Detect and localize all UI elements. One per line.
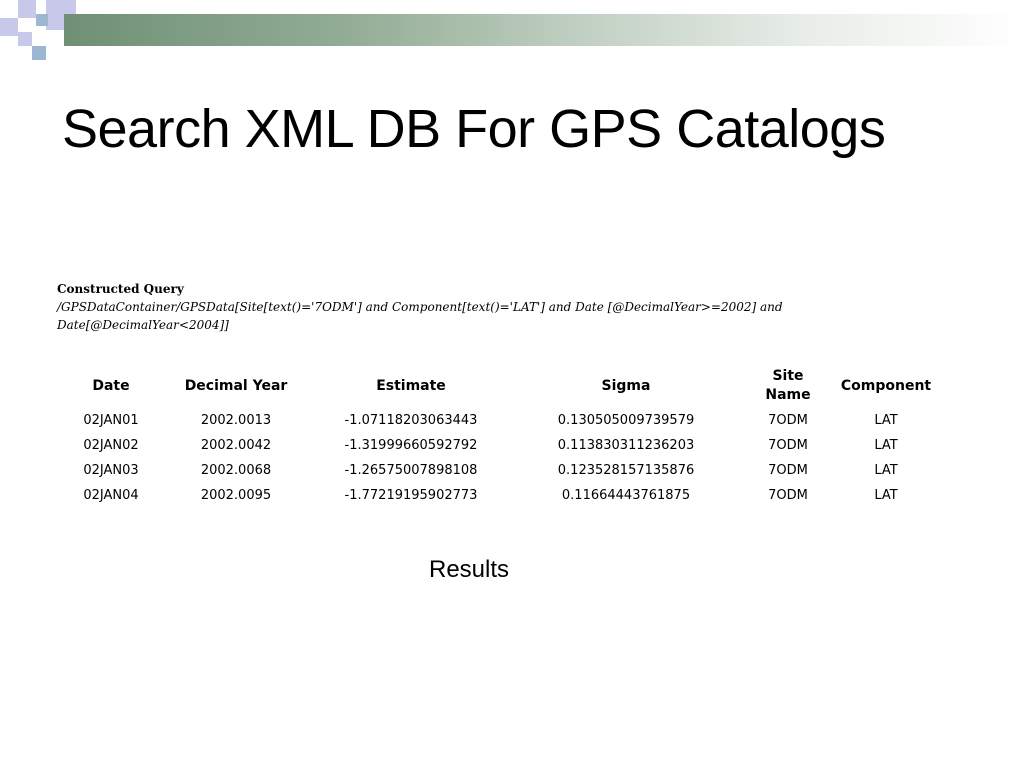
cell-sigma: 0.130505009739579 (557, 413, 695, 428)
header-site-name: Site Name (746, 364, 830, 408)
decoration-square (18, 18, 32, 32)
results-caption: Results (429, 556, 510, 583)
cell-component: LAT (874, 438, 898, 453)
decoration-square (18, 32, 32, 46)
cell-site: 7ODM (768, 488, 808, 503)
cell-component: LAT (874, 488, 898, 503)
cell-site: 7ODM (768, 438, 808, 453)
header-estimate: Estimate (376, 377, 446, 394)
results-table: Date Decimal Year Estimate Sigma Site Na… (66, 364, 942, 508)
cell-sigma: 0.113830311236203 (557, 438, 695, 453)
slide-title: Search XML DB For GPS Catalogs (62, 99, 886, 159)
cell-decimal-year: 2002.0013 (200, 413, 272, 428)
cell-component: LAT (874, 413, 898, 428)
query-text: /GPSDataContainer/GPSData[Site[text()='7… (57, 300, 783, 332)
cell-date: 02JAN02 (83, 438, 139, 453)
decoration-square (0, 18, 18, 36)
cell-estimate: -1.07118203063443 (344, 413, 478, 428)
header-site-line2: Name (765, 387, 811, 403)
header-component: Component (840, 377, 932, 394)
cell-date: 02JAN01 (83, 413, 139, 428)
header-decimal-year: Decimal Year (184, 377, 288, 394)
table-row: 02JAN03 2002.0068 -1.26575007898108 0.12… (66, 458, 942, 483)
constructed-query-block: Constructed Query /GPSDataContainer/GPSD… (57, 280, 957, 334)
header-date: Date (92, 377, 130, 394)
header-site-line1: Site (772, 368, 804, 384)
gradient-header-bar (64, 14, 1024, 46)
cell-sigma: 0.11664443761875 (561, 488, 691, 503)
cell-decimal-year: 2002.0042 (200, 438, 272, 453)
cell-sigma: 0.123528157135876 (557, 463, 695, 478)
cell-site: 7ODM (768, 413, 808, 428)
cell-site: 7ODM (768, 463, 808, 478)
header-sigma: Sigma (601, 377, 651, 394)
decoration-square (46, 30, 60, 44)
query-heading: Constructed Query (57, 282, 184, 296)
cell-component: LAT (874, 463, 898, 478)
table-row: 02JAN01 2002.0013 -1.07118203063443 0.13… (66, 408, 942, 433)
cell-decimal-year: 2002.0095 (200, 488, 272, 503)
table-row: 02JAN02 2002.0042 -1.31999660592792 0.11… (66, 433, 942, 458)
cell-estimate: -1.26575007898108 (344, 463, 478, 478)
cell-decimal-year: 2002.0068 (200, 463, 272, 478)
cell-estimate: -1.77219195902773 (344, 488, 478, 503)
cell-estimate: -1.31999660592792 (344, 438, 478, 453)
table-row: 02JAN04 2002.0095 -1.77219195902773 0.11… (66, 483, 942, 508)
decoration-square (18, 0, 36, 18)
cell-date: 02JAN03 (83, 463, 139, 478)
decoration-square (32, 46, 46, 60)
table-header-row: Date Decimal Year Estimate Sigma Site Na… (66, 364, 942, 408)
slide-decoration (0, 0, 1024, 64)
cell-date: 02JAN04 (83, 488, 139, 503)
decoration-square (0, 0, 18, 18)
decoration-square (36, 14, 48, 26)
